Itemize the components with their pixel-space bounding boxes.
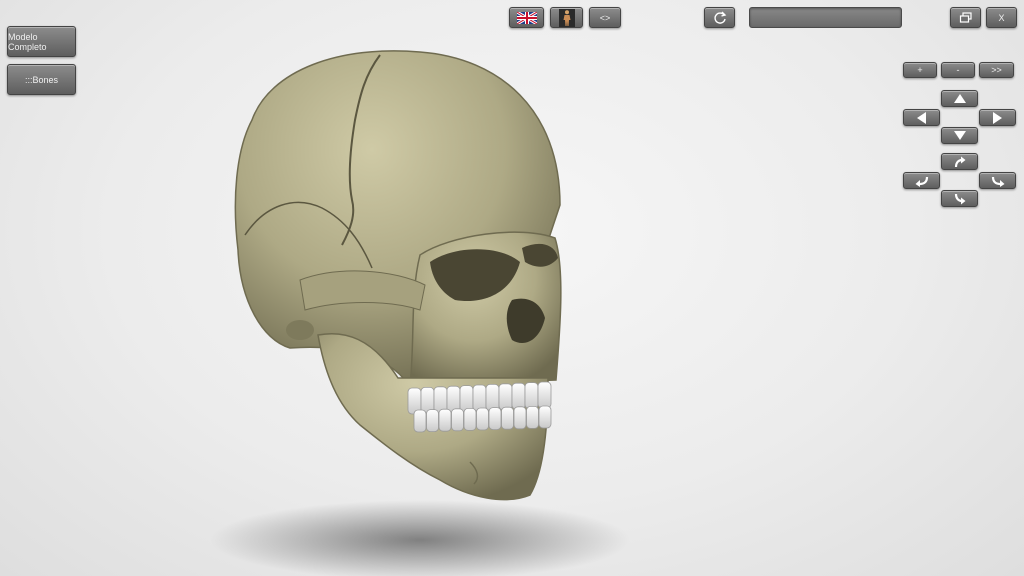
rotate-up-button[interactable] [941,153,978,170]
tooth [459,385,474,413]
skull-model[interactable] [234,50,562,501]
tooth [498,383,513,411]
arrow-down-icon [953,131,966,140]
tooth [463,407,477,431]
zoom-out-button[interactable]: - [941,62,975,78]
tooth [524,382,539,410]
reset-view-button[interactable] [704,7,735,28]
tooth [538,405,552,429]
rotate-up-icon [954,156,965,167]
3d-viewport[interactable] [0,0,1024,576]
arrow-left-icon [917,111,926,124]
zoom-in-button[interactable]: + [903,62,937,78]
tooth [485,383,500,411]
tooth [472,384,487,412]
restore-window-icon [959,11,972,23]
tooth [501,406,514,430]
model-complete-button[interactable]: Modelo Completo [7,26,76,57]
close-button[interactable]: X [986,7,1017,28]
teeth-group [407,381,552,433]
tooth [426,409,439,433]
tooth [537,381,552,409]
tooth [526,405,539,429]
rotate-down-button[interactable] [941,190,978,207]
tooth [511,382,526,410]
bones-button[interactable]: :::Bones [7,64,76,95]
human-body-icon [558,8,575,27]
tooth [446,385,461,413]
toggle-panel-button[interactable]: <> [589,7,621,28]
pan-left-button[interactable] [903,109,940,126]
language-button[interactable] [509,7,544,28]
search-input[interactable] [749,7,902,28]
fast-forward-button[interactable]: >> [979,62,1014,78]
arrow-up-icon [953,94,966,103]
rotate-right-button[interactable] [979,172,1016,189]
tooth [438,408,452,432]
tooth [451,408,464,432]
refresh-icon [713,11,726,24]
restore-window-button[interactable] [950,7,981,28]
tooth [488,407,502,431]
rotate-down-icon [954,193,965,204]
tooth [513,406,527,430]
rotate-left-icon [915,176,928,187]
tooth [413,409,427,433]
pan-right-button[interactable] [979,109,1016,126]
rotate-left-button[interactable] [903,172,940,189]
pan-up-button[interactable] [941,90,978,107]
floor-shadow [210,500,630,576]
tooth [476,407,489,431]
arrow-right-icon [993,111,1002,124]
rotate-right-icon [991,176,1004,187]
body-view-button[interactable] [550,7,583,28]
pan-down-button[interactable] [941,127,978,144]
uk-flag-icon [516,11,537,24]
